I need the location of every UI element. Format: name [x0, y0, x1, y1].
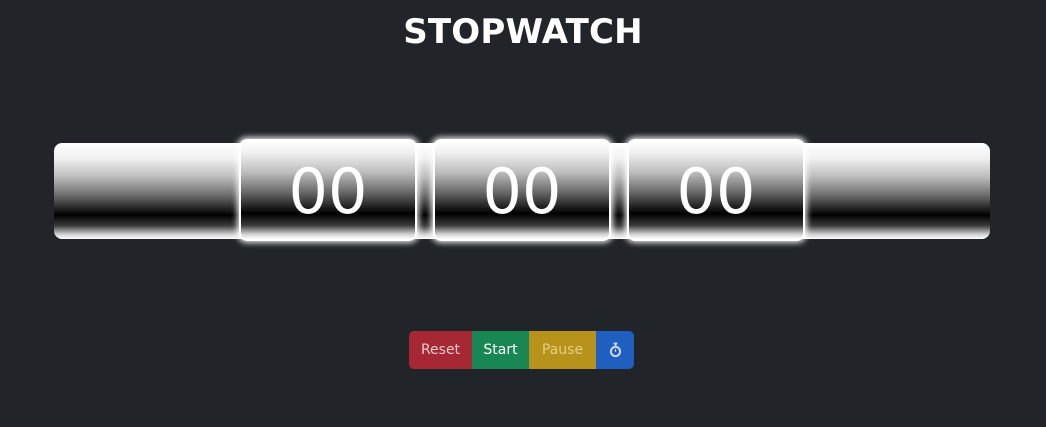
minutes-display: 00	[433, 139, 611, 241]
lap-button[interactable]	[596, 331, 634, 369]
control-button-group: Reset Start Pause	[409, 331, 634, 369]
seconds-display: 00	[627, 139, 805, 241]
page-title: STOPWATCH	[403, 12, 643, 52]
minutes-value: 00	[482, 155, 562, 228]
stopwatch-page: STOPWATCH 00 00 00 Reset Start Pause	[0, 0, 1046, 427]
start-button[interactable]: Start	[472, 331, 529, 369]
hours-display: 00	[239, 139, 417, 241]
stopwatch-icon	[609, 342, 621, 358]
reset-button[interactable]: Reset	[409, 331, 472, 369]
pause-button[interactable]: Pause	[529, 331, 596, 369]
hours-value: 00	[288, 155, 368, 228]
seconds-value: 00	[676, 155, 756, 228]
